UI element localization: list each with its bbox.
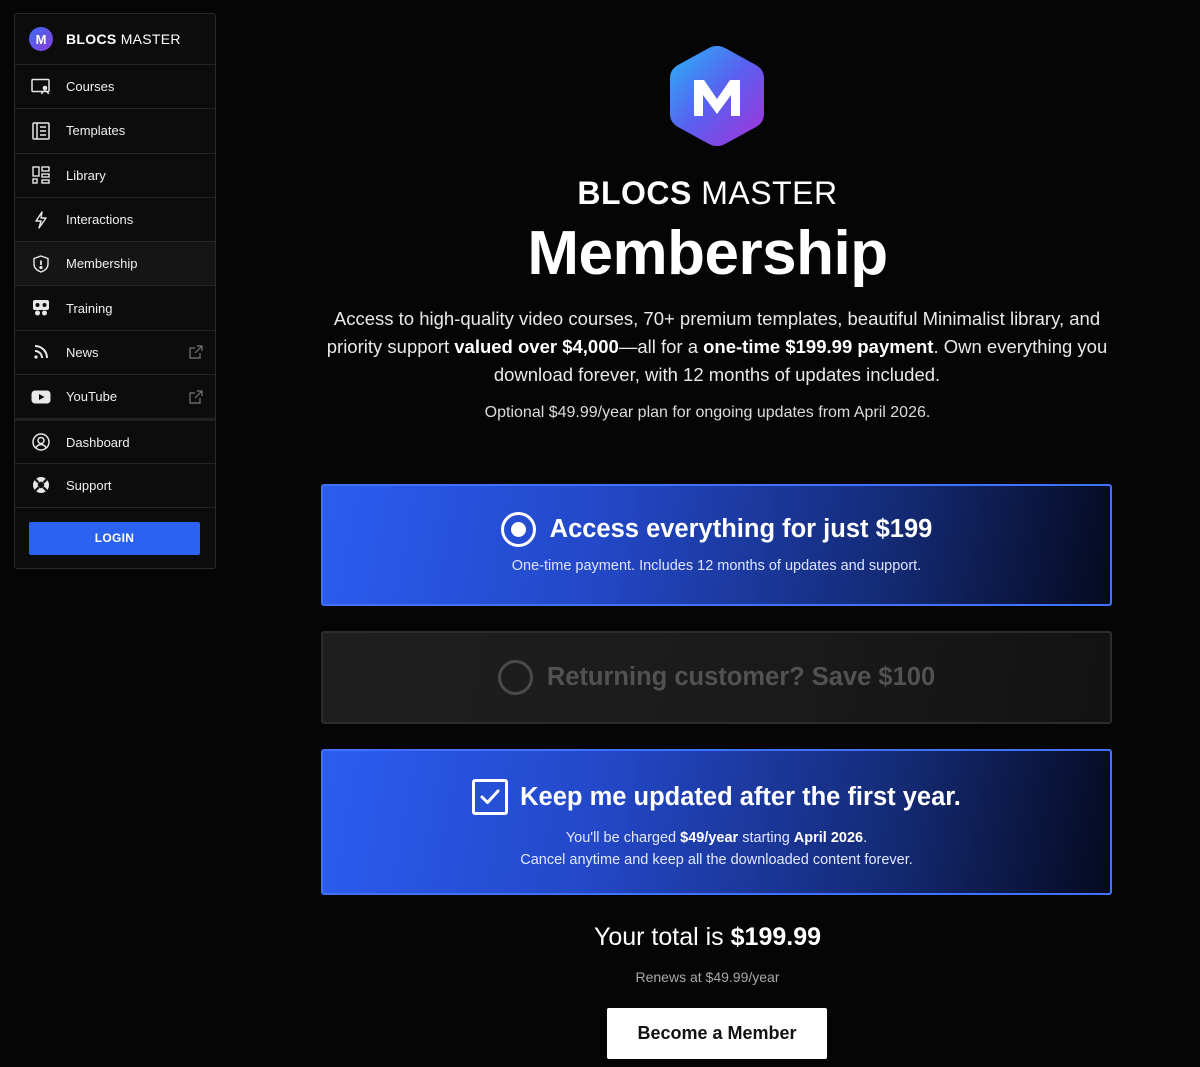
brand-logo-icon: M: [29, 27, 53, 51]
charge-line: You'll be charged $49/year starting Apri…: [565, 830, 868, 846]
sidebar-item-youtube[interactable]: YouTube: [15, 375, 215, 420]
sidebar-item-label: Dashboard: [66, 434, 130, 450]
sidebar: M BLOCS MASTER Courses Templates Library…: [14, 13, 216, 569]
sidebar-item-support[interactable]: Support: [15, 464, 215, 508]
external-link-icon: [189, 345, 203, 360]
brand-heading: BLOCS MASTER: [577, 175, 838, 211]
sidebar-item-courses[interactable]: Courses: [15, 65, 215, 110]
sidebar-item-label: Interactions: [66, 212, 134, 228]
cancel-line: Cancel anytime and keep all the download…: [520, 852, 913, 868]
sidebar-item-label: YouTube: [66, 389, 118, 405]
page-title: Membership: [527, 219, 888, 288]
sidebar-item-label: Library: [66, 167, 106, 183]
sidebar-brand[interactable]: M BLOCS MASTER: [15, 14, 215, 65]
sidebar-item-news[interactable]: News: [15, 331, 215, 376]
sidebar-item-label: News: [66, 344, 99, 360]
templates-icon: [31, 121, 51, 141]
login-wrap: LOGIN: [15, 508, 215, 555]
sidebar-item-label: Courses: [66, 79, 115, 95]
option-details: You'll be charged $49/year starting Apri…: [323, 827, 1110, 871]
option-title: Keep me updated after the first year.: [520, 782, 961, 811]
login-button[interactable]: LOGIN: [29, 521, 200, 555]
sidebar-item-membership[interactable]: Membership: [15, 242, 215, 287]
optional-plan-note: Optional $49.99/year plan for ongoing up…: [484, 404, 931, 421]
bolt-icon: [31, 210, 51, 230]
lifebuoy-icon: [31, 475, 51, 495]
sidebar-item-label: Templates: [66, 123, 126, 139]
youtube-icon: [31, 387, 51, 407]
intro-text: Access to high-quality video courses, 70…: [326, 308, 1108, 385]
option-returning-customer[interactable]: Returning customer? Save $100: [321, 631, 1112, 724]
radio-selected-icon[interactable]: [500, 512, 536, 547]
sidebar-item-training[interactable]: Training: [15, 286, 215, 331]
sidebar-item-label: Support: [66, 477, 112, 493]
renewal-note: Renews at $49.99/year: [635, 969, 780, 985]
blocs-master-logo-icon: [670, 46, 764, 146]
external-link-icon: [189, 390, 203, 404]
library-icon: [31, 165, 51, 185]
checkbox-checked-icon[interactable]: [472, 779, 509, 815]
training-icon: [31, 298, 51, 318]
sidebar-item-label: Training: [66, 300, 113, 316]
total-price: Your total is $199.99: [593, 923, 822, 951]
sidebar-item-label: Membership: [66, 256, 138, 272]
sidebar-item-templates[interactable]: Templates: [15, 109, 215, 154]
sidebar-item-interactions[interactable]: Interactions: [15, 198, 215, 243]
option-keep-updated[interactable]: Keep me updated after the first year. Yo…: [321, 749, 1112, 895]
option-title: Returning customer? Save $100: [546, 663, 936, 691]
rss-icon: [31, 342, 51, 362]
shield-icon: [31, 254, 51, 274]
become-member-button[interactable]: Become a Member: [607, 1008, 827, 1059]
radio-unselected-icon[interactable]: [497, 660, 533, 695]
brand-name: BLOCS MASTER: [66, 31, 181, 47]
sidebar-item-dashboard[interactable]: Dashboard: [15, 419, 215, 464]
option-subtitle: One-time payment. Includes 12 months of …: [511, 558, 922, 574]
user-circle-icon: [31, 432, 51, 452]
courses-icon: [31, 77, 51, 97]
option-title: Access everything for just $199: [549, 515, 933, 543]
sidebar-item-library[interactable]: Library: [15, 154, 215, 198]
option-full-access[interactable]: Access everything for just $199 One-time…: [321, 484, 1112, 606]
